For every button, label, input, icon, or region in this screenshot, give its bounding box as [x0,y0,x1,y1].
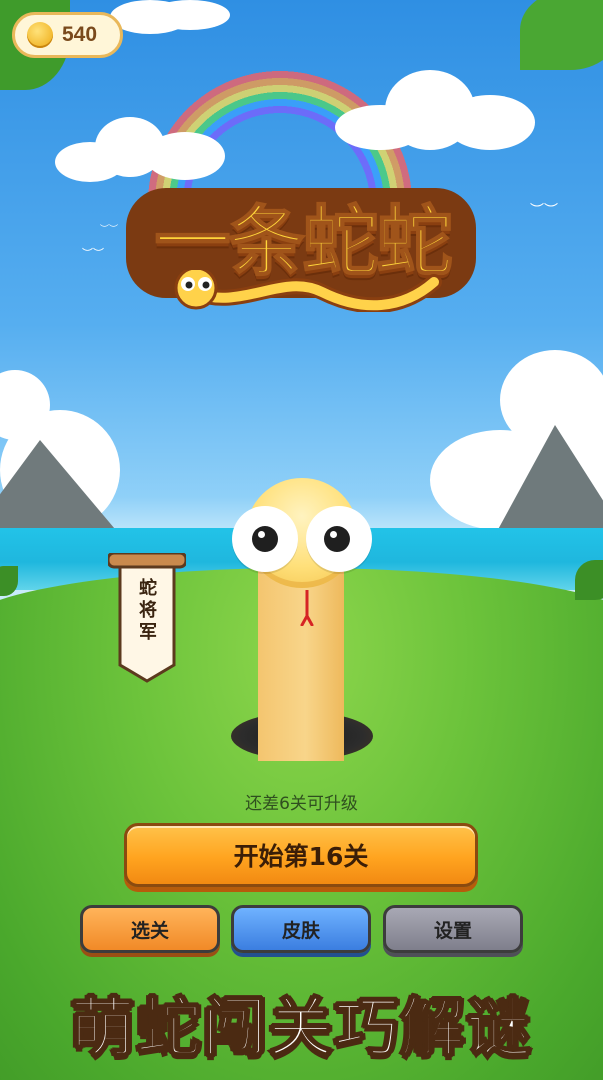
bird-icon: ︶︶ [530,203,558,219]
snake-eye-left [232,506,298,572]
bird-icon: ︶︶ [82,247,104,260]
rank-banner-text: 蛇将军 [139,578,157,643]
coin-count: 540 [62,23,98,46]
snake-eye-right [306,506,372,572]
cloud-right [335,65,535,155]
mountain-left [0,440,120,535]
bird-icon: ︶︶ [100,225,119,235]
coin-counter: 540 [12,12,123,58]
level-select-button[interactable]: 选关 [80,905,220,953]
mountain-right [495,425,603,535]
start-level-button[interactable]: 开始第16关 [124,823,478,887]
coin-icon [27,22,53,48]
logo-snake-icon [174,270,442,312]
cloud-top [110,0,230,40]
snake-mascot[interactable] [232,478,372,588]
snake-tongue [300,590,314,626]
skins-button[interactable]: 皮肤 [231,905,371,953]
bush-right [575,560,603,600]
cloud-left [55,112,225,182]
settings-button[interactable]: 设置 [383,905,523,953]
promo-slogan: 萌蛇闯关巧解谜 [70,991,533,1067]
upgrade-hint: 还差6关可升级 [245,794,358,814]
tree-foliage-right [520,0,603,70]
game-scene: ︶︶ ︶︶ ︶︶ 540 一条蛇蛇 蛇将军 还差6关可升级 开始第16关 选关 … [0,0,603,1080]
bush-left [0,566,18,596]
